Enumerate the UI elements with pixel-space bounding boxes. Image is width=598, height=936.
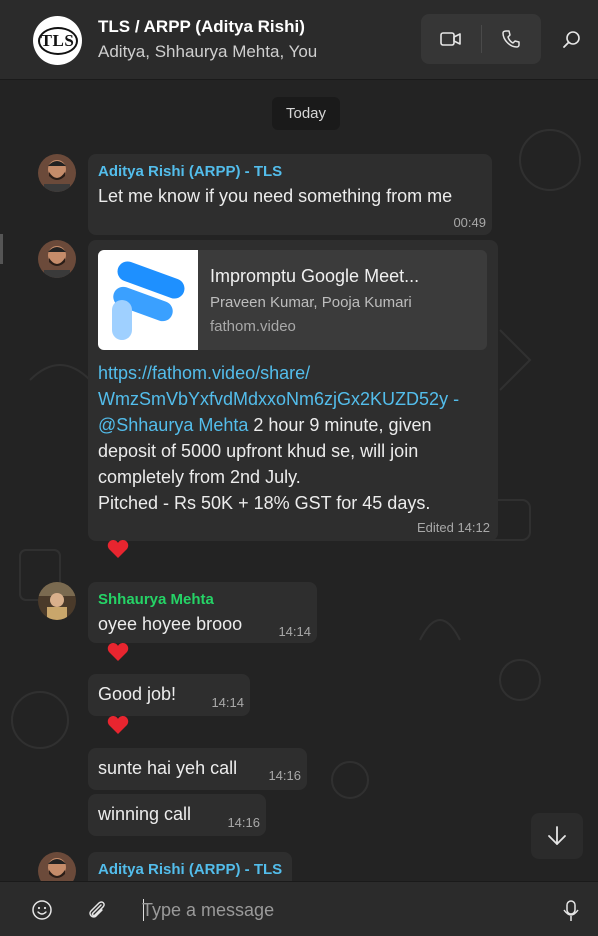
- message-bubble[interactable]: winning call 14:16: [88, 794, 266, 836]
- group-avatar-logo: TLS: [37, 26, 78, 55]
- phone-icon: [502, 30, 520, 48]
- message-bubble[interactable]: Aditya Rishi (ARPP) - TLS: [88, 852, 292, 881]
- link-preview[interactable]: Impromptu Google Meet... Praveen Kumar, …: [98, 250, 487, 350]
- message-bubble[interactable]: Aditya Rishi (ARPP) - TLS Let me know if…: [88, 154, 492, 235]
- heart-reaction-icon[interactable]: [107, 715, 129, 735]
- arrow-down-icon: [548, 826, 566, 845]
- message-composer: [0, 881, 598, 936]
- message-time: 14:16: [227, 815, 260, 830]
- avatar-shhaurya: [38, 582, 76, 620]
- message-text: Let me know if you need something from m…: [98, 186, 453, 206]
- heart-reaction-icon[interactable]: [107, 539, 129, 559]
- sender-name[interactable]: Shhaurya Mehta: [98, 591, 214, 608]
- voice-call-button[interactable]: [481, 14, 541, 64]
- chat-header: TLS TLS / ARPP (Aditya Rishi) Aditya, Sh…: [0, 0, 598, 80]
- avatar[interactable]: [38, 582, 76, 620]
- call-buttons: [421, 14, 541, 64]
- text-after-mention: 2 hour 9 minute, given: [248, 415, 432, 435]
- sender-name[interactable]: Aditya Rishi (ARPP) - TLS: [98, 163, 282, 180]
- text-line: deposit of 5000 upfront khud se, will jo…: [98, 441, 419, 461]
- message-input[interactable]: [140, 895, 544, 925]
- message-time: 00:49: [453, 215, 486, 230]
- video-call-button[interactable]: [421, 14, 481, 64]
- message-bubble[interactable]: Impromptu Google Meet... Praveen Kumar, …: [88, 240, 498, 541]
- avatar[interactable]: [38, 240, 76, 278]
- message-time: 14:14: [211, 695, 244, 710]
- microphone-icon: [563, 900, 579, 921]
- avatar[interactable]: [38, 154, 76, 192]
- voice-message-button[interactable]: [560, 899, 584, 923]
- message-link-cont[interactable]: WmzSmVbYxfvdMdxxoNm6zjGx2KUZD52y: [98, 389, 448, 409]
- heart-reaction-icon[interactable]: [107, 642, 129, 662]
- message-text: winning call: [98, 804, 192, 824]
- video-camera-icon: [439, 32, 461, 46]
- avatar-aditya: [38, 154, 76, 192]
- message-text: https://fathom.video/share/ WmzSmVbYxfvd…: [98, 360, 493, 516]
- text-line: completely from 2nd July.: [98, 467, 301, 487]
- dash: -: [448, 389, 460, 409]
- message-text: Good job!: [98, 684, 177, 704]
- message-text: sunte hai yeh call: [98, 758, 238, 778]
- message-time: 14:16: [268, 768, 301, 783]
- message-time: 14:14: [278, 624, 311, 639]
- emoji-button[interactable]: [31, 899, 55, 923]
- paperclip-icon: [89, 901, 105, 918]
- message-bubble[interactable]: Good job! 14:14: [88, 674, 250, 716]
- message-list[interactable]: Today Aditya Rishi (ARPP) - TLS Let me k…: [0, 80, 598, 881]
- group-avatar[interactable]: TLS: [33, 16, 82, 65]
- mention[interactable]: @Shhaurya Mehta: [98, 415, 248, 435]
- scrollbar[interactable]: [0, 234, 3, 264]
- scroll-to-bottom-button[interactable]: [531, 813, 583, 859]
- link-title[interactable]: Impromptu Google Meet...: [210, 266, 419, 287]
- date-separator: Today: [272, 97, 340, 130]
- search-icon: [563, 31, 580, 48]
- avatar-aditya: [38, 240, 76, 278]
- message-bubble[interactable]: Shhaurya Mehta oyee hoyee brooo 14:14: [88, 582, 317, 643]
- link-domain: fathom.video: [210, 318, 296, 335]
- attach-button[interactable]: [86, 899, 110, 923]
- search-button[interactable]: [560, 28, 584, 52]
- message-link[interactable]: https://fathom.video/share/: [98, 363, 310, 383]
- emoji-icon: [32, 900, 52, 920]
- message-time: Edited 14:12: [416, 520, 490, 535]
- message-bubble[interactable]: sunte hai yeh call 14:16: [88, 748, 307, 790]
- text-line: Pitched - Rs 50K + 18% GST for 45 days.: [98, 493, 431, 513]
- link-subtitle: Praveen Kumar, Pooja Kumari: [210, 294, 412, 311]
- sender-name[interactable]: Aditya Rishi (ARPP) - TLS: [98, 861, 282, 878]
- message-text: oyee hoyee brooo: [98, 614, 243, 634]
- link-thumbnail: [98, 250, 198, 350]
- chat-members[interactable]: Aditya, Shhaurya Mehta, You: [98, 42, 317, 62]
- fathom-logo: [112, 261, 185, 340]
- chat-title[interactable]: TLS / ARPP (Aditya Rishi): [98, 17, 305, 37]
